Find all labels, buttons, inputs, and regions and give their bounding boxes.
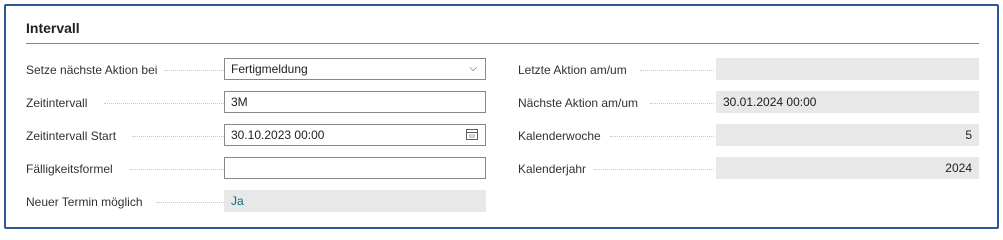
readonly-value: 30.01.2024 00:00 <box>723 95 817 109</box>
letzte-aktion-value <box>716 58 979 80</box>
field-row-letzte-aktion: Letzte Aktion am/um <box>518 58 979 82</box>
field-row-neuer-termin-moeglich: Neuer Termin möglich Ja <box>26 190 486 214</box>
readonly-value: 5 <box>965 128 972 142</box>
zeitintervall-input[interactable]: 3M <box>224 91 486 113</box>
field-row-setze-naechste-aktion: Setze nächste Aktion bei Fertigmeldung ⌵ <box>26 58 486 82</box>
field-label: Fälligkeitsformel <box>26 162 113 176</box>
leader-dots <box>130 169 224 171</box>
readonly-value: Ja <box>231 194 244 208</box>
select-value: Fertigmeldung <box>231 62 308 76</box>
input-value: 3M <box>231 95 248 109</box>
field-row-naechste-aktion: Nächste Aktion am/um 30.01.2024 00:00 <box>518 91 979 115</box>
field-label: Letzte Aktion am/um <box>518 63 627 77</box>
naechste-aktion-select[interactable]: Fertigmeldung ⌵ <box>224 58 486 80</box>
faelligkeitsformel-input[interactable] <box>224 157 486 179</box>
field-row-faelligkeitsformel: Fälligkeitsformel <box>26 157 486 181</box>
section-title[interactable]: Intervall <box>26 20 80 36</box>
field-row-zeitintervall-start: Zeitintervall Start 30.10.2023 00:00 <box>26 124 486 148</box>
field-row-kalenderjahr: Kalenderjahr 2024 <box>518 157 979 181</box>
field-label: Zeitintervall Start <box>26 129 117 143</box>
naechste-aktion-value: 30.01.2024 00:00 <box>716 91 979 113</box>
leader-dots <box>132 136 224 138</box>
field-row-zeitintervall: Zeitintervall 3M <box>26 91 486 115</box>
zeitintervall-start-input[interactable]: 30.10.2023 00:00 <box>224 124 486 146</box>
kalenderwoche-value: 5 <box>716 124 979 146</box>
field-label: Kalenderjahr <box>518 162 587 176</box>
calendar-icon[interactable] <box>466 129 478 140</box>
leader-dots <box>104 103 224 105</box>
field-label: Nächste Aktion am/um <box>518 96 639 110</box>
intervall-panel: Intervall Setze nächste Aktion bei Ferti… <box>4 4 999 229</box>
section-divider <box>26 43 979 44</box>
field-label: Setze nächste Aktion bei <box>26 63 158 77</box>
field-label: Kalenderwoche <box>518 129 601 143</box>
leader-dots <box>156 202 224 204</box>
leader-dots <box>610 136 714 138</box>
readonly-value: 2024 <box>945 161 972 175</box>
neuer-termin-moeglich-value: Ja <box>224 190 486 212</box>
chevron-down-icon[interactable]: ⌵ <box>469 63 477 74</box>
leader-dots <box>640 70 714 72</box>
leader-dots <box>164 70 224 72</box>
field-label: Zeitintervall <box>26 96 88 110</box>
field-row-kalenderwoche: Kalenderwoche 5 <box>518 124 979 148</box>
leader-dots <box>594 169 714 171</box>
input-value: 30.10.2023 00:00 <box>231 128 325 142</box>
kalenderjahr-value: 2024 <box>716 157 979 179</box>
field-label: Neuer Termin möglich <box>26 195 143 209</box>
leader-dots <box>650 103 714 105</box>
